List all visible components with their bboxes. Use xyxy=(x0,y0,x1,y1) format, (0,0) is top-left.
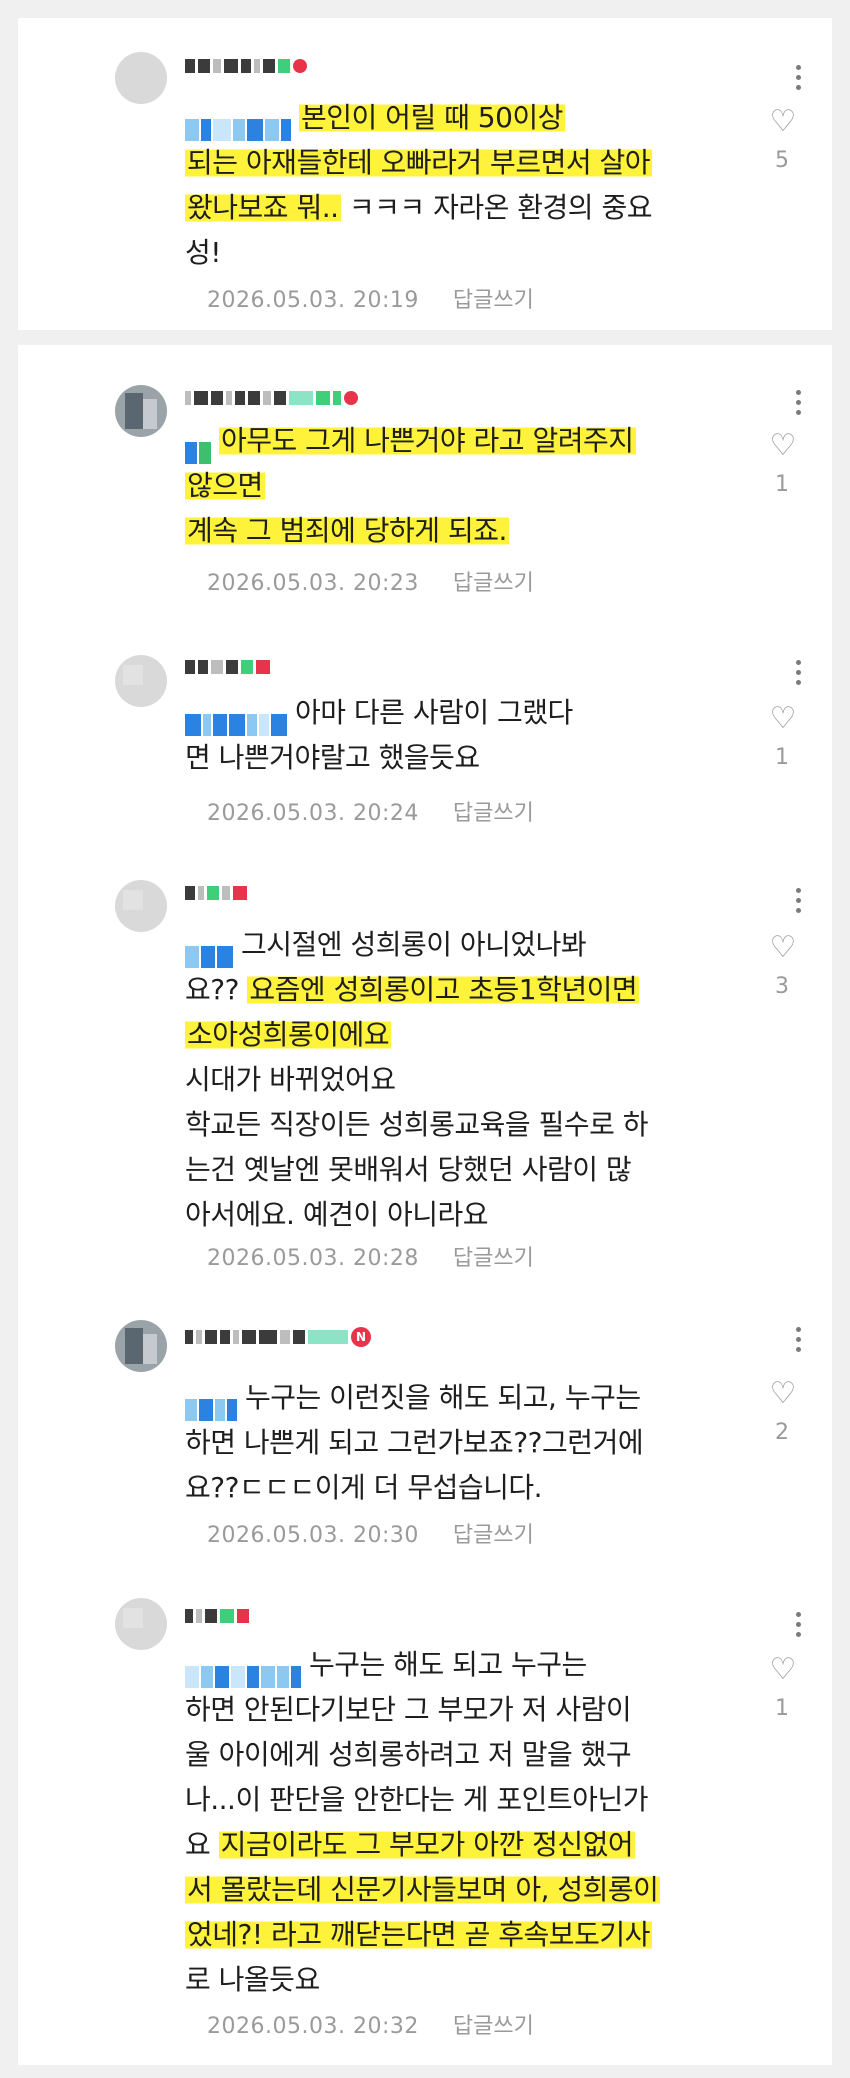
comment-text: 그시절엔 성희롱이 아니었나봐 요?? 요즘엔 성희롱이고 초등1학년이면 소아… xyxy=(185,922,745,1237)
reply-button[interactable]: 답글쓰기 xyxy=(453,801,534,826)
comment-line: 하면 나쁜게 되고 그런가보죠??그런거에 xyxy=(185,1426,644,1459)
comment-line: 계속 그 범죄에 당하게 되죠. xyxy=(185,514,509,547)
comment-line: 아무도 그게 나쁜거야 라고 알려주지 xyxy=(185,418,745,464)
nickname-blurred[interactable] xyxy=(185,55,307,77)
comment-line: 울 아이에게 성희롱하려고 저 말을 했구 xyxy=(185,1738,632,1771)
comment-text: 아무도 그게 나쁜거야 라고 알려주지 않으면 계속 그 범죄에 당하게 되죠. xyxy=(185,418,745,553)
heart-icon[interactable]: ♡ xyxy=(768,1655,798,1685)
comment-line: 었네?! 라고 깨닫는다면 곧 후속보도기사 xyxy=(185,1918,652,1951)
comment-meta: 2026.05.03. 20:28 답글쓰기 xyxy=(207,1240,534,1272)
nickname-blurred[interactable]: N xyxy=(185,1326,371,1348)
mention-blurred[interactable] xyxy=(185,106,293,141)
more-options-icon[interactable] xyxy=(796,1612,802,1642)
like-count: 1 xyxy=(775,1696,789,1721)
comment-text: 아마 다른 사람이 그랬다 면 나쁜거야랄고 했을듯요 xyxy=(185,690,745,780)
timestamp: 2026.05.03. 20:23 xyxy=(207,571,419,596)
more-options-icon[interactable] xyxy=(796,65,802,95)
comment-line: 누구는 해도 되고 누구는 xyxy=(185,1642,745,1688)
like-count: 5 xyxy=(775,148,789,173)
comment-line: 왔나보죠 뭐.. ㅋㅋㅋ 자라온 환경의 중요 xyxy=(185,191,652,224)
heart-icon[interactable]: ♡ xyxy=(768,431,798,461)
comment-text: 누구는 해도 되고 누구는 하면 안된다기보단 그 부모가 저 사람이 울 아이… xyxy=(185,1642,745,2002)
mention-blurred[interactable] xyxy=(185,429,213,464)
heart-icon[interactable]: ♡ xyxy=(768,107,798,137)
avatar[interactable] xyxy=(115,52,167,104)
comment-line: 그시절엔 성희롱이 아니었나봐 xyxy=(185,922,745,968)
nickname-blurred[interactable] xyxy=(185,387,358,409)
comment-line: 요??ㄷㄷㄷ이게 더 무섭습니다. xyxy=(185,1471,543,1504)
comment-line: 누구는 이런짓을 해도 되고, 누구는 xyxy=(185,1375,745,1421)
more-options-icon[interactable] xyxy=(796,1327,802,1357)
heart-icon[interactable]: ♡ xyxy=(768,1379,798,1409)
comment-line: 아마 다른 사람이 그랬다 xyxy=(185,690,745,736)
nickname-blurred[interactable] xyxy=(185,882,247,904)
comment-line: 않으면 xyxy=(185,469,265,502)
mention-blurred[interactable] xyxy=(185,1386,239,1421)
comment-meta: 2026.05.03. 20:32 답글쓰기 xyxy=(207,2008,534,2040)
nickname-blurred[interactable] xyxy=(185,656,270,678)
avatar[interactable] xyxy=(115,1320,167,1372)
heart-icon[interactable]: ♡ xyxy=(768,933,798,963)
mention-blurred[interactable] xyxy=(185,1653,303,1688)
comment-text: 누구는 이런짓을 해도 되고, 누구는 하면 나쁜게 되고 그런가보죠??그런거… xyxy=(185,1375,745,1510)
comment-text: 본인이 어릴 때 50이상 되는 아재들한테 오빠라거 부르면서 살아 왔나보죠… xyxy=(185,95,745,275)
comment-line: 나...이 판단을 안한다는 게 포인트아닌가 xyxy=(185,1783,648,1816)
comment-meta: 2026.05.03. 20:24 답글쓰기 xyxy=(207,795,534,827)
comment-meta: 2026.05.03. 20:30 답글쓰기 xyxy=(207,1517,534,1549)
heart-icon[interactable]: ♡ xyxy=(768,704,798,734)
comment-line: 시대가 바뀌었어요 xyxy=(185,1063,396,1096)
avatar[interactable] xyxy=(115,1598,167,1650)
reply-button[interactable]: 답글쓰기 xyxy=(453,571,534,596)
reply-button[interactable]: 답글쓰기 xyxy=(453,288,534,313)
reply-button[interactable]: 답글쓰기 xyxy=(453,2014,534,2039)
more-options-icon[interactable] xyxy=(796,390,802,420)
timestamp: 2026.05.03. 20:19 xyxy=(207,288,419,313)
avatar[interactable] xyxy=(115,880,167,932)
more-options-icon[interactable] xyxy=(796,660,802,690)
comment-line: 소아성희롱이에요 xyxy=(185,1018,392,1051)
timestamp: 2026.05.03. 20:32 xyxy=(207,2014,419,2039)
more-options-icon[interactable] xyxy=(796,888,802,918)
avatar[interactable] xyxy=(115,385,167,437)
like-count: 2 xyxy=(775,1420,789,1445)
nickname-blurred[interactable] xyxy=(185,1605,249,1627)
comment-line: 면 나쁜거야랄고 했을듯요 xyxy=(185,741,480,774)
comment-line: 로 나올듯요 xyxy=(185,1963,320,1996)
timestamp: 2026.05.03. 20:28 xyxy=(207,1246,419,1271)
like-count: 3 xyxy=(775,974,789,999)
comment-line: 되는 아재들한테 오빠라거 부르면서 살아 xyxy=(185,146,653,179)
comment-meta: 2026.05.03. 20:23 답글쓰기 xyxy=(207,565,534,597)
comment-line: 하면 안된다기보단 그 부모가 저 사람이 xyxy=(185,1693,632,1726)
reply-button[interactable]: 답글쓰기 xyxy=(453,1523,534,1548)
comment-line: 요 지금이라도 그 부모가 아깐 정신없어 xyxy=(185,1828,636,1861)
comment-line: 학교든 직장이든 성희롱교육을 필수로 하 xyxy=(185,1108,649,1141)
mention-blurred[interactable] xyxy=(185,701,289,736)
comment-line: 요?? 요즘엔 성희롱이고 초등1학년이면 xyxy=(185,973,640,1006)
like-count: 1 xyxy=(775,745,789,770)
comment-meta: 2026.05.03. 20:19 답글쓰기 xyxy=(207,282,534,314)
comment-line: 아서에요. 예견이 아니라요 xyxy=(185,1198,489,1231)
comment-line: 성! xyxy=(185,236,222,269)
comment-line: 는건 옛날엔 못배워서 당했던 사람이 많 xyxy=(185,1153,632,1186)
like-count: 1 xyxy=(775,472,789,497)
avatar[interactable] xyxy=(115,655,167,707)
reply-button[interactable]: 답글쓰기 xyxy=(453,1246,534,1271)
comment-line: 서 몰랐는데 신문기사들보며 아, 성희롱이 xyxy=(185,1873,661,1906)
mention-blurred[interactable] xyxy=(185,933,235,968)
comment-line: 본인이 어릴 때 50이상 xyxy=(185,95,745,141)
timestamp: 2026.05.03. 20:24 xyxy=(207,801,419,826)
timestamp: 2026.05.03. 20:30 xyxy=(207,1523,419,1548)
new-badge-icon: N xyxy=(351,1327,371,1347)
